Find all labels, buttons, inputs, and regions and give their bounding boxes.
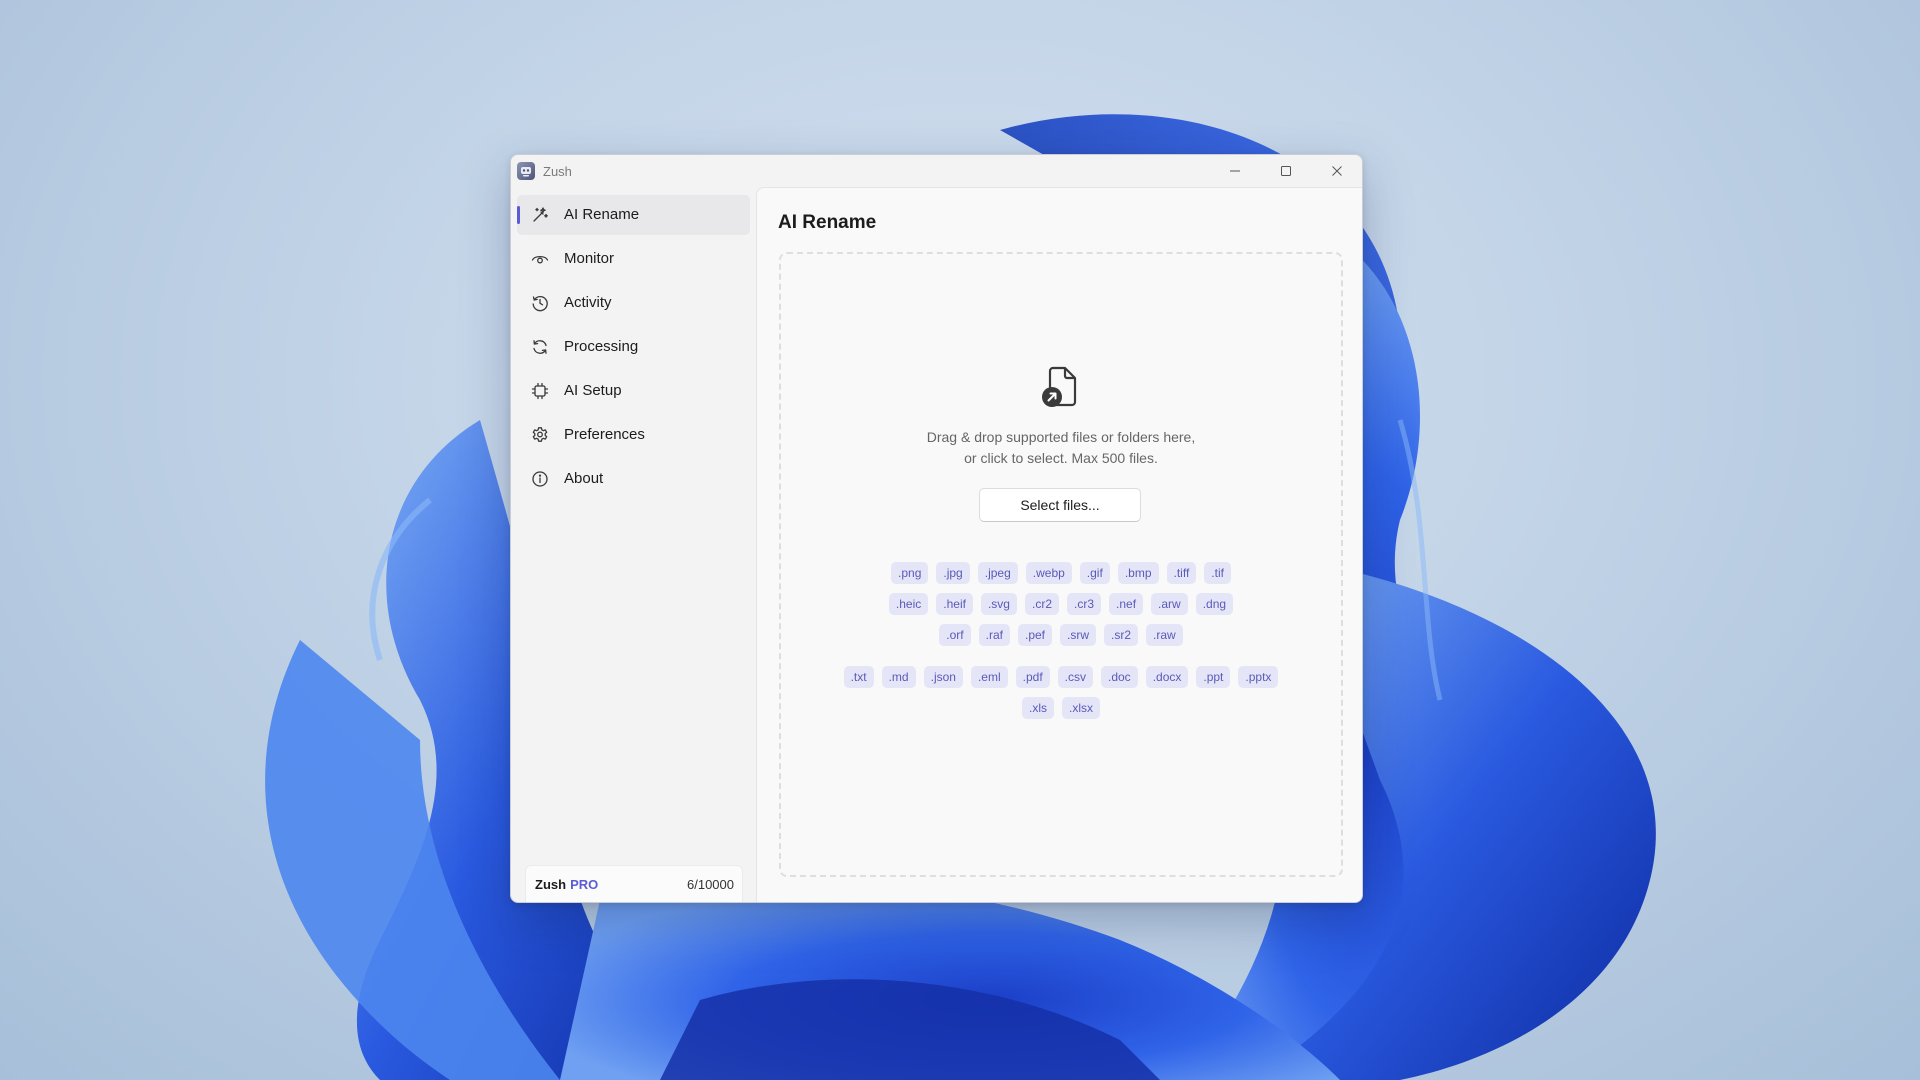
- app-logo-icon: [517, 162, 535, 180]
- file-type-chip: .md: [881, 666, 916, 688]
- file-type-chip: .cr3: [1067, 593, 1102, 615]
- file-import-icon: [1042, 366, 1077, 407]
- file-type-chip: .xls: [1022, 697, 1054, 719]
- sidebar-item-label: Activity: [564, 294, 612, 311]
- file-type-chip: .svg: [980, 593, 1017, 615]
- file-type-chip: .csv: [1057, 666, 1093, 688]
- file-type-chip: .nef: [1109, 593, 1144, 615]
- minimize-icon: [1229, 170, 1240, 172]
- usage-progress-bar: [535, 902, 732, 903]
- file-type-chip: .raf: [978, 624, 1010, 646]
- file-type-chip: .pptx: [1238, 666, 1279, 688]
- close-button[interactable]: [1311, 155, 1362, 187]
- sidebar-item-label: Monitor: [564, 250, 615, 267]
- file-type-chip: .xlsx: [1062, 697, 1100, 719]
- file-type-chip: .tiff: [1166, 562, 1197, 584]
- title-bar[interactable]: Zush: [511, 155, 1362, 187]
- file-type-chip: .ppt: [1196, 666, 1231, 688]
- sidebar: AI Rename Monitor Activity Processing AI…: [511, 187, 756, 902]
- file-type-chip: .pdf: [1015, 666, 1050, 688]
- file-type-chip: .tif: [1204, 562, 1231, 584]
- history-icon: [532, 296, 548, 312]
- sidebar-item-label: Preferences: [564, 426, 645, 443]
- drop-hint-line-1: Drag & drop supported files or folders h…: [926, 429, 1196, 445]
- document_formats-row: .txt .md .json .eml .pdf .csv .doc .docx .ppt .pp…: [781, 666, 1341, 688]
- file-type-chip: .heif: [936, 593, 973, 615]
- refresh-icon: [533, 340, 547, 354]
- sidebar-item-label: About: [564, 470, 604, 487]
- file-type-chip: .jpg: [936, 562, 970, 584]
- window-controls: [1209, 155, 1362, 187]
- file-type-chip: .orf: [939, 624, 971, 646]
- sidebar-item-processing[interactable]: Processing: [517, 327, 750, 367]
- maximize-button[interactable]: [1260, 155, 1311, 187]
- sidebar-item-ai-rename[interactable]: AI Rename: [517, 195, 750, 235]
- file-type-chip: .dng: [1195, 593, 1234, 615]
- sidebar-item-label: Processing: [564, 338, 639, 355]
- sidebar-item-activity[interactable]: Activity: [517, 283, 750, 323]
- desktop: Zush AI Rename Monitor Activity Processi…: [0, 0, 1920, 1080]
- file-drop-zone[interactable]: Drag & drop supported files or folders h…: [779, 252, 1343, 877]
- drop-hint-line-2: or click to select. Max 500 files.: [964, 450, 1158, 466]
- file-type-chip: .sr2: [1104, 624, 1139, 646]
- usage-count: 6/10000: [687, 877, 734, 892]
- file-type-chip: .cr2: [1024, 593, 1059, 615]
- plan-usage-card[interactable]: Zush PRO 6/10000: [525, 865, 743, 903]
- file-type-chip: .eml: [970, 666, 1008, 688]
- app-title: Zush: [543, 163, 572, 179]
- file-type-chip: .png: [891, 562, 929, 584]
- file-type-chip: .raw: [1146, 624, 1183, 646]
- file-type-chip: .docx: [1145, 666, 1189, 688]
- file-type-chip: .txt: [843, 666, 874, 688]
- eye-icon: [531, 255, 549, 264]
- sidebar-item-preferences[interactable]: Preferences: [517, 415, 750, 455]
- file-type-chip: .webp: [1025, 562, 1072, 584]
- file-type-chip: .jpeg: [977, 562, 1018, 584]
- file-type-chip: .bmp: [1117, 562, 1159, 584]
- image_formats-row: .png .jpg .jpeg .webp .gif .bmp .tiff .tif: [781, 562, 1341, 584]
- sidebar-item-label: AI Setup: [564, 382, 622, 399]
- page-title: AI Rename: [778, 212, 877, 233]
- pro-badge: PRO: [570, 877, 599, 892]
- gear-icon: [532, 427, 548, 442]
- file-type-chip: .heic: [888, 593, 929, 615]
- maximize-icon: [1280, 166, 1291, 176]
- sidebar-item-about[interactable]: About: [517, 459, 750, 499]
- file-type-chip: .gif: [1079, 562, 1110, 584]
- plan-app-name: Zush: [535, 877, 567, 892]
- magic-wand-icon: [533, 207, 548, 222]
- file-type-chip: .pef: [1017, 624, 1052, 646]
- image_formats-row: .orf .raf .pef .srw .sr2 .raw: [781, 624, 1341, 646]
- plan-name: Zush PRO: [535, 877, 598, 892]
- select-files-button[interactable]: Select files...: [979, 488, 1141, 522]
- sidebar-item-label: AI Rename: [564, 206, 640, 223]
- info-icon: [532, 471, 548, 487]
- chip-icon: [531, 382, 549, 400]
- main-content: AI Rename Drag & drop supported files or…: [756, 187, 1362, 902]
- document_formats-row: .xls .xlsx: [781, 697, 1341, 719]
- image_formats-row: .heic .heif .svg .cr2 .cr3 .nef .arw .dng: [781, 593, 1341, 615]
- file-type-chip: .srw: [1060, 624, 1096, 646]
- minimize-button[interactable]: [1209, 155, 1260, 187]
- active-indicator: [517, 206, 520, 224]
- sidebar-item-monitor[interactable]: Monitor: [517, 239, 750, 279]
- app-window: Zush AI Rename Monitor Activity Processi…: [510, 154, 1363, 903]
- file-type-chip: .json: [923, 666, 963, 688]
- file-type-chip: .arw: [1151, 593, 1188, 615]
- close-icon: [1331, 166, 1342, 176]
- sidebar-item-ai-setup[interactable]: AI Setup: [517, 371, 750, 411]
- file-type-chip: .doc: [1101, 666, 1138, 688]
